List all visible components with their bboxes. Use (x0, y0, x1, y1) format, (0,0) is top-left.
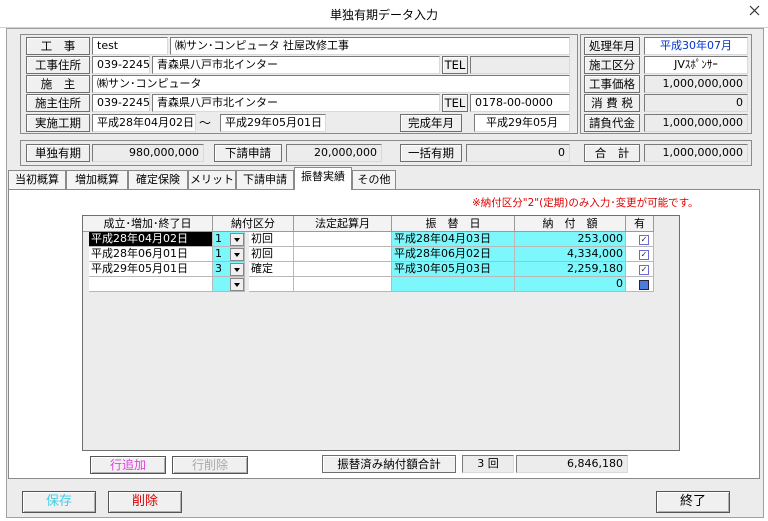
dropdown-arrow-icon[interactable] (230, 248, 244, 261)
grid-row3-checkbox[interactable]: ✓ (639, 265, 649, 275)
grid-row1-kisan[interactable] (294, 232, 392, 247)
col-header-kubun: 納付区分 (213, 216, 294, 232)
close-icon (749, 5, 760, 16)
koji-address-input[interactable]: 青森県八戸市北インター (152, 56, 440, 74)
grid-row1-checkbox[interactable]: ✓ (639, 235, 649, 245)
claim-value: 1,000,000,000 (644, 114, 748, 132)
complete-label: 完成年月 (400, 114, 462, 132)
koji-code-input[interactable]: test (92, 37, 168, 55)
shitauke-label: 下請申請 (214, 144, 282, 162)
tandoku-value: 980,000,000 (92, 144, 204, 162)
grid-row2-kisan[interactable] (294, 247, 392, 262)
period-tilde: ～ (199, 116, 212, 130)
tax-label: 消 費 税 (584, 94, 640, 112)
grid-row2-checkbox[interactable]: ✓ (639, 250, 649, 260)
tab-shitauke-shinsei[interactable]: 下請申請 (236, 170, 294, 189)
save-button[interactable]: 保存 (22, 491, 96, 513)
dropdown-arrow-icon[interactable] (230, 278, 244, 291)
grid-row4-kubun-name (249, 277, 294, 292)
delete-button[interactable]: 削除 (108, 491, 182, 513)
period-label: 実施工期 (26, 114, 90, 132)
sekou-address-input[interactable]: 青森県八戸市北インター (152, 94, 440, 112)
delete-row-button[interactable]: 行削除 (172, 456, 248, 474)
tab-merit[interactable]: メリット (188, 170, 236, 189)
sekou-address-label: 施主住所 (26, 94, 90, 112)
grid-row1-date[interactable]: 平成28年04月02日 (89, 232, 213, 247)
tab-kakutei-hoken[interactable]: 確定保険 (128, 170, 188, 189)
koji-address-label: 工事住所 (26, 56, 90, 74)
claim-label: 請負代金 (584, 114, 640, 132)
grid-row3-kisan[interactable] (294, 262, 392, 277)
period-end-input[interactable]: 平成29年05月01日 (220, 114, 326, 132)
complete-input[interactable]: 平成29年05月 (474, 114, 570, 132)
tab-sonota[interactable]: その他 (352, 170, 396, 189)
ikkatsu-value: 0 (466, 144, 570, 162)
add-row-button[interactable]: 行追加 (90, 456, 166, 474)
period-start-input[interactable]: 平成28年04月02日 (92, 114, 196, 132)
sekou-zip-input[interactable]: 039-2245 (92, 94, 150, 112)
window-title: 単独有期データ入力 (0, 0, 768, 28)
price-value: 1,000,000,000 (644, 75, 748, 93)
tab-furikae-jisseki[interactable]: 振替実績 (294, 167, 352, 190)
grid-row1-furikae[interactable]: 平成28年04月03日 (392, 232, 515, 247)
ikkatsu-label: 一括有期 (400, 144, 462, 162)
dropdown-arrow-icon[interactable] (230, 263, 244, 276)
tandoku-label: 単独有期 (26, 144, 90, 162)
furikae-grid: 成立･増加･終了日 納付区分 法定起算月 振 替 日 納 付 額 有 平成28年… (82, 215, 680, 451)
kubun-label: 施工区分 (584, 56, 640, 74)
grid-row2-furikae[interactable]: 平成28年06月02日 (392, 247, 515, 262)
grid-row1-kubun-name: 初回 (249, 232, 294, 247)
exit-button[interactable]: 終了 (656, 491, 730, 513)
tax-value: 0 (644, 94, 748, 112)
shitauke-value: 20,000,000 (286, 144, 382, 162)
total-label: 合 計 (584, 144, 640, 162)
sekou-name-input[interactable]: ㈱サン･コンピュータ (92, 75, 570, 93)
input-note: ※納付区分"2"(定期)のみ入力･変更が可能です。 (472, 197, 699, 209)
shori-value[interactable]: 平成30年07月 (644, 37, 748, 55)
grid-row4-checkbox[interactable] (639, 280, 649, 290)
col-header-amount: 納 付 額 (515, 216, 626, 232)
grid-row3-kubun-name: 確定 (249, 262, 294, 277)
koji-zip-input[interactable]: 039-2245 (92, 56, 150, 74)
sekou-tel-input[interactable]: 0178-00-0000 (470, 94, 570, 112)
koji-label: 工 事 (26, 37, 90, 55)
grid-row4-furikae[interactable] (392, 277, 515, 292)
grid-row4-amount[interactable]: 0 (515, 277, 626, 292)
close-window-button[interactable] (741, 0, 768, 22)
grid-row4-kisan[interactable] (294, 277, 392, 292)
col-header-furikae: 振 替 日 (392, 216, 515, 232)
tab-zouka-gaisan[interactable]: 増加概算 (66, 170, 128, 189)
total-value: 1,000,000,000 (644, 144, 748, 162)
koji-tel-label: TEL (442, 56, 468, 74)
price-label: 工事価格 (584, 75, 640, 93)
furikae-sum-label: 振替済み納付額合計 (322, 455, 456, 473)
grid-row2-date[interactable]: 平成28年06月01日 (89, 247, 213, 262)
grid-row2-amount[interactable]: 4,334,000 (515, 247, 626, 262)
grid-row3-amount[interactable]: 2,259,180 (515, 262, 626, 277)
furikae-sum-value: 6,846,180 (516, 455, 628, 473)
col-header-date: 成立･増加･終了日 (83, 216, 213, 232)
koji-name-input[interactable]: ㈱サン･コンピュータ 社屋改修工事 (170, 37, 570, 55)
grid-row3-date[interactable]: 平成29年05月01日 (89, 262, 213, 277)
grid-row3-furikae[interactable]: 平成30年05月03日 (392, 262, 515, 277)
koji-tel-input[interactable] (470, 56, 570, 74)
grid-row1-amount[interactable]: 253,000 (515, 232, 626, 247)
tab-tousho-gaisan[interactable]: 当初概算 (8, 170, 66, 189)
grid-row2-kubun-name: 初回 (249, 247, 294, 262)
sekou-label: 施 主 (26, 75, 90, 93)
dropdown-arrow-icon[interactable] (230, 233, 244, 246)
col-header-kisan: 法定起算月 (294, 216, 392, 232)
kubun-value[interactable]: JVｽﾎﾟﾝｻｰ (644, 56, 748, 74)
grid-row4-date[interactable] (89, 277, 213, 292)
sekou-tel-label: TEL (442, 94, 468, 112)
col-header-ari: 有 (626, 216, 654, 232)
shori-label: 処理年月 (584, 37, 640, 55)
furikae-count-field: 3 回 (462, 455, 514, 473)
